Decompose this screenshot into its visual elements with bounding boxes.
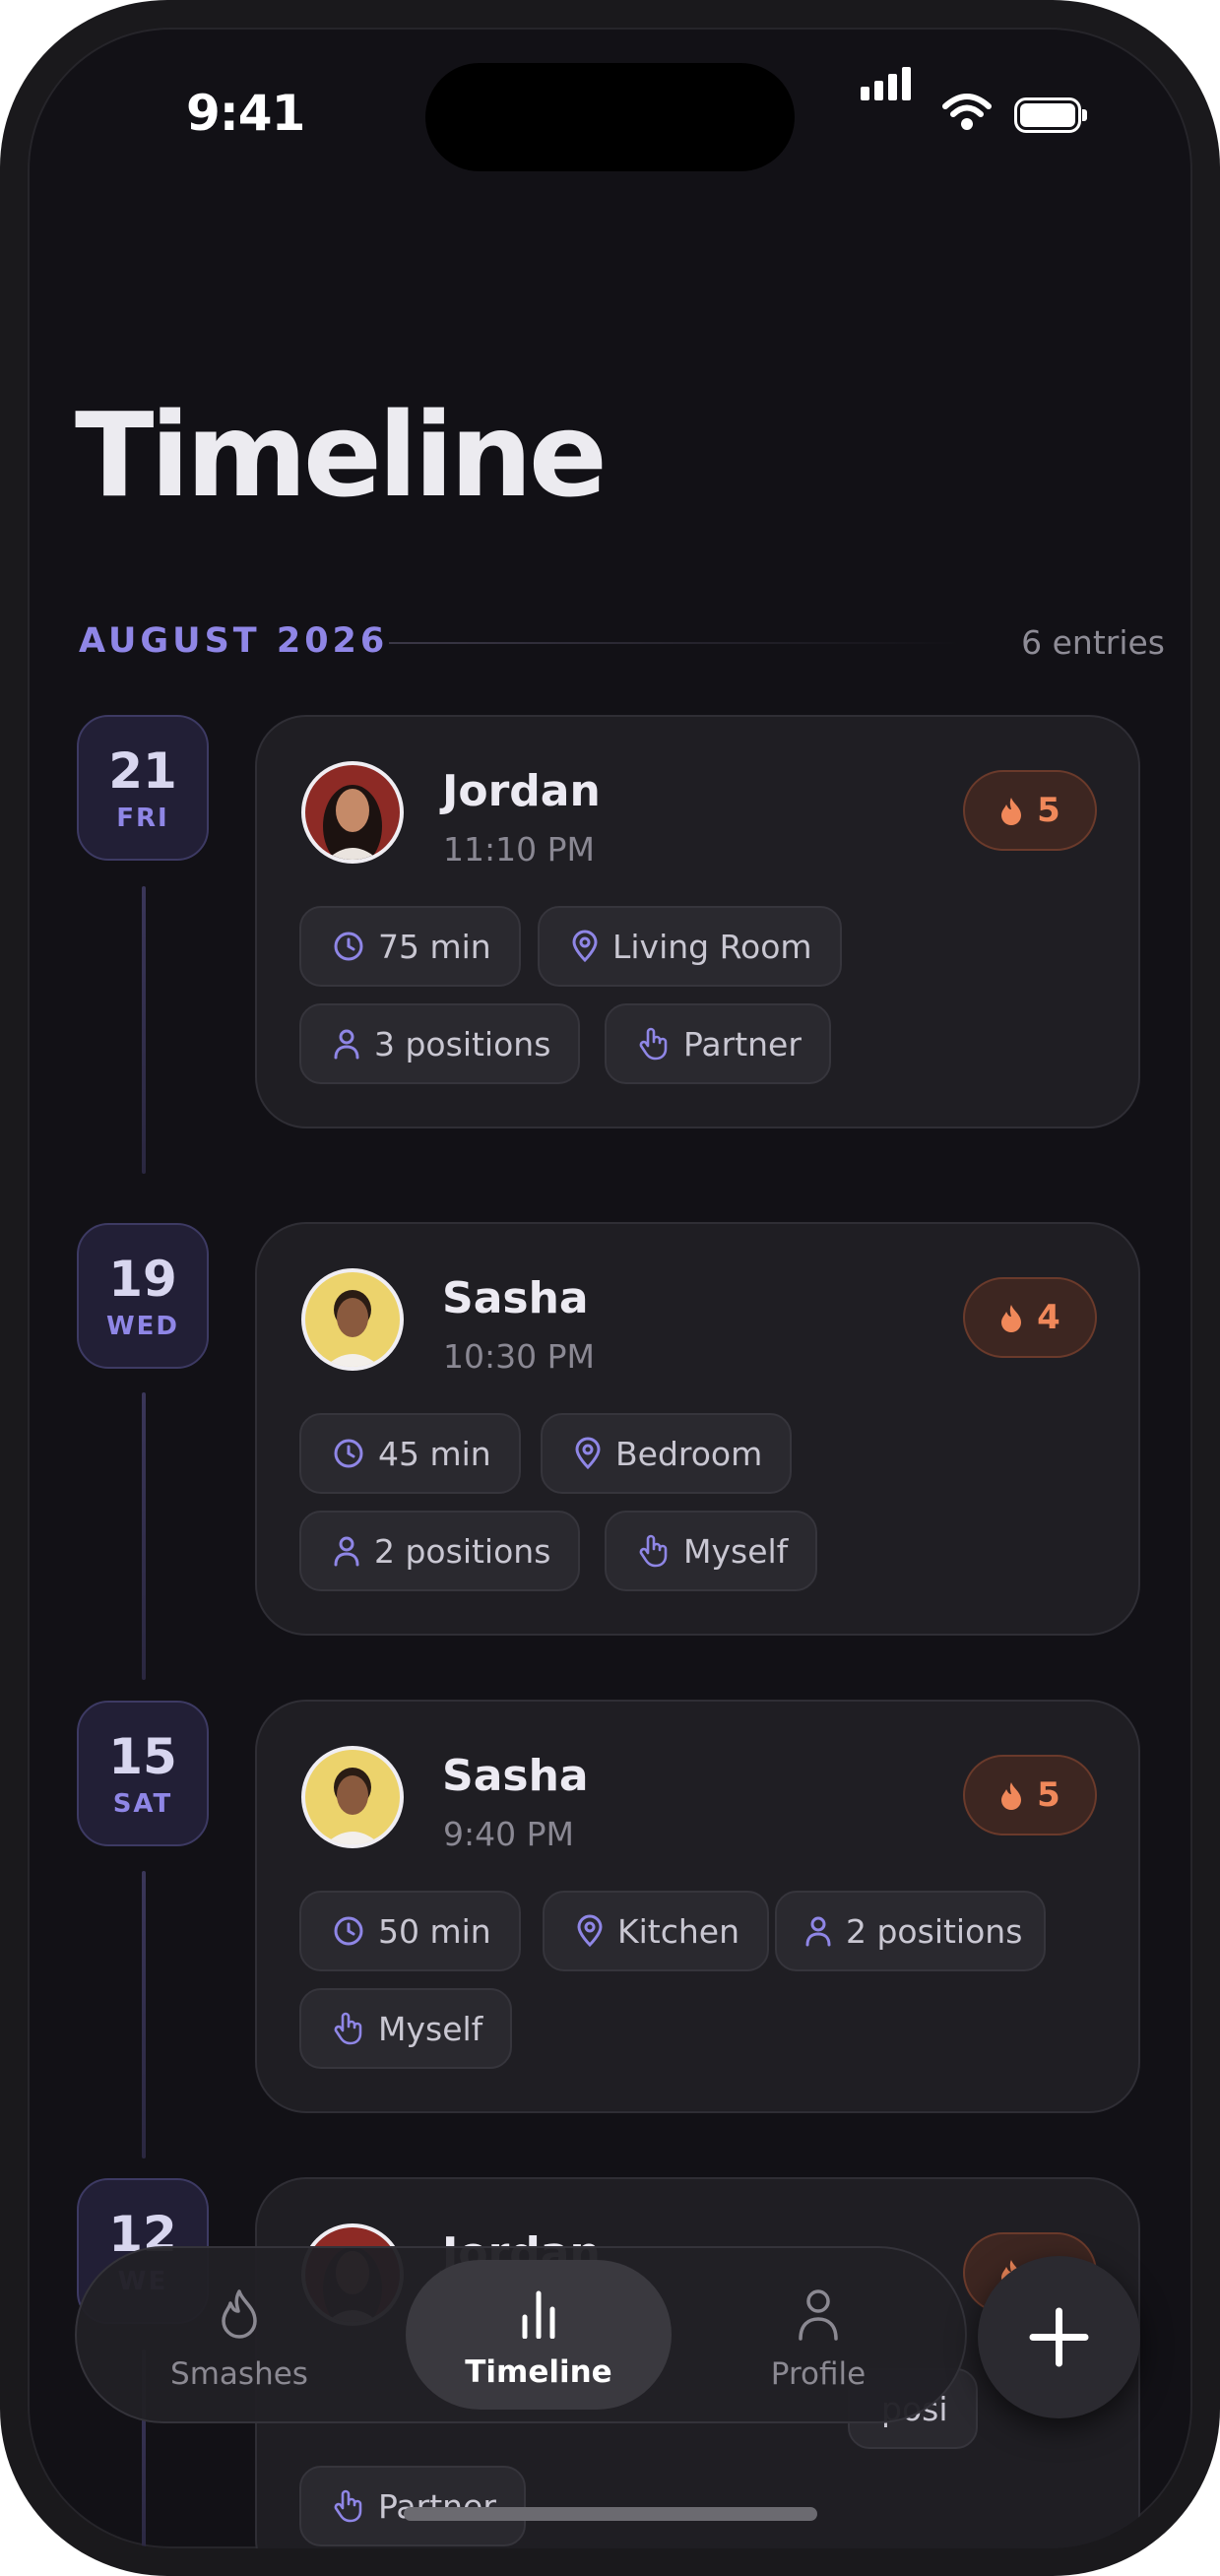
rating-value: 5 bbox=[1037, 791, 1060, 830]
duration-text: 45 min bbox=[378, 1434, 491, 1473]
location-text: Living Room bbox=[612, 927, 812, 966]
page-title: Timeline bbox=[75, 387, 608, 523]
screen: 9:41 Timeline AUGUST 2026 6 entries 21 F… bbox=[28, 28, 1192, 2548]
positions-text: 2 positions bbox=[846, 1911, 1023, 1951]
flame-icon bbox=[222, 2289, 257, 2339]
entry-count: 6 entries bbox=[1021, 623, 1165, 662]
date-weekday: WED bbox=[105, 1312, 180, 1341]
person-icon bbox=[334, 1536, 359, 1567]
date-weekday: FRI bbox=[116, 804, 169, 833]
flame-icon bbox=[1001, 798, 1022, 825]
date-day: 19 bbox=[108, 1251, 177, 1308]
location-text: Kitchen bbox=[617, 1911, 740, 1951]
timeline-connector bbox=[142, 1871, 146, 2158]
duration-text: 75 min bbox=[378, 927, 491, 966]
initiator-text: Partner bbox=[683, 1024, 802, 1063]
date-badge: 15 SAT bbox=[77, 1701, 209, 1846]
entry-card[interactable]: Sasha 9:40 PM 5 50 min Kitchen 2 positio… bbox=[255, 1700, 1140, 2113]
rating-value: 5 bbox=[1037, 1775, 1060, 1815]
date-badge: 21 FRI bbox=[77, 715, 209, 861]
hand-pointer-icon bbox=[334, 2012, 362, 2045]
location-chip: Living Room bbox=[538, 906, 842, 987]
location-chip: Kitchen bbox=[543, 1891, 770, 1971]
month-label: AUGUST 2026 bbox=[79, 621, 389, 661]
rating-badge: 5 bbox=[963, 770, 1097, 851]
rating-badge: 4 bbox=[963, 1277, 1097, 1358]
wifi-icon bbox=[942, 94, 992, 130]
status-time: 9:41 bbox=[186, 85, 305, 142]
bar-chart-icon bbox=[522, 2290, 555, 2339]
initiator-chip: Partner bbox=[299, 2466, 526, 2546]
clock-icon bbox=[334, 932, 363, 961]
entry-card[interactable]: Sasha 10:30 PM 4 45 min Bedroom 2 positi… bbox=[255, 1222, 1140, 1636]
date-weekday: SAT bbox=[112, 1789, 173, 1819]
location-chip: Bedroom bbox=[541, 1413, 793, 1494]
partner-name: Jordan bbox=[442, 766, 601, 816]
tab-profile-label: Profile bbox=[770, 2356, 867, 2392]
initiator-text: Myself bbox=[378, 2009, 483, 2048]
positions-chip: 3 positions bbox=[299, 1003, 581, 1084]
person-icon bbox=[334, 1029, 359, 1060]
partner-name: Sasha bbox=[442, 1751, 589, 1801]
timeline-connector bbox=[142, 1392, 146, 1680]
date-day: 21 bbox=[108, 742, 177, 800]
initiator-text: Myself bbox=[683, 1531, 789, 1571]
initiator-chip: Myself bbox=[605, 1511, 818, 1591]
person-icon bbox=[799, 2289, 838, 2341]
avatar bbox=[301, 1746, 404, 1848]
entry-card[interactable]: Jordan 11:10 PM 5 75 min Living Room 3 p… bbox=[255, 715, 1140, 1128]
timeline-connector bbox=[142, 886, 146, 1174]
tab-smashes[interactable]: Smashes bbox=[106, 2248, 372, 2421]
location-text: Bedroom bbox=[615, 1434, 763, 1473]
tab-timeline[interactable]: Timeline bbox=[406, 2260, 672, 2410]
home-indicator[interactable] bbox=[404, 2507, 817, 2521]
map-pin-icon bbox=[575, 1437, 601, 1470]
entry-time: 9:40 PM bbox=[443, 1815, 574, 1853]
duration-chip: 75 min bbox=[299, 906, 521, 987]
phone-frame: 9:41 Timeline AUGUST 2026 6 entries 21 F… bbox=[0, 0, 1220, 2576]
date-badge: 19 WED bbox=[77, 1223, 209, 1369]
flame-icon bbox=[1001, 1782, 1022, 1810]
hand-pointer-icon bbox=[639, 1534, 668, 1568]
map-pin-icon bbox=[577, 1914, 603, 1948]
battery-icon bbox=[1014, 97, 1087, 133]
initiator-chip: Myself bbox=[299, 1988, 513, 2069]
month-divider bbox=[389, 642, 960, 644]
tab-timeline-label: Timeline bbox=[465, 2354, 612, 2390]
map-pin-icon bbox=[572, 930, 598, 963]
flame-icon bbox=[1001, 1305, 1022, 1332]
plus-icon bbox=[1029, 2307, 1089, 2367]
positions-text: 2 positions bbox=[374, 1531, 551, 1571]
tab-smashes-label: Smashes bbox=[170, 2356, 308, 2392]
partner-name: Sasha bbox=[442, 1273, 589, 1323]
entry-time: 10:30 PM bbox=[443, 1337, 595, 1376]
clock-icon bbox=[334, 1439, 363, 1468]
bottom-tab-bar: Smashes Timeline Profile bbox=[75, 2246, 967, 2423]
rating-badge: 5 bbox=[963, 1755, 1097, 1835]
duration-chip: 45 min bbox=[299, 1413, 521, 1494]
duration-text: 50 min bbox=[378, 1911, 491, 1951]
entry-time: 11:10 PM bbox=[443, 830, 595, 869]
duration-chip: 50 min bbox=[299, 1891, 521, 1971]
dynamic-island bbox=[425, 63, 795, 171]
rating-value: 4 bbox=[1037, 1298, 1060, 1337]
person-icon bbox=[805, 1916, 831, 1947]
date-day: 15 bbox=[108, 1728, 177, 1785]
hand-pointer-icon bbox=[639, 1027, 668, 1061]
positions-chip: 2 positions bbox=[775, 1891, 1047, 1971]
positions-chip: 2 positions bbox=[299, 1511, 581, 1591]
avatar bbox=[301, 761, 404, 864]
tab-profile[interactable]: Profile bbox=[685, 2248, 951, 2421]
add-entry-button[interactable] bbox=[978, 2256, 1140, 2418]
initiator-chip: Partner bbox=[605, 1003, 831, 1084]
positions-text: 3 positions bbox=[374, 1024, 551, 1063]
clock-icon bbox=[334, 1916, 363, 1946]
hand-pointer-icon bbox=[334, 2489, 362, 2523]
avatar bbox=[301, 1268, 404, 1371]
